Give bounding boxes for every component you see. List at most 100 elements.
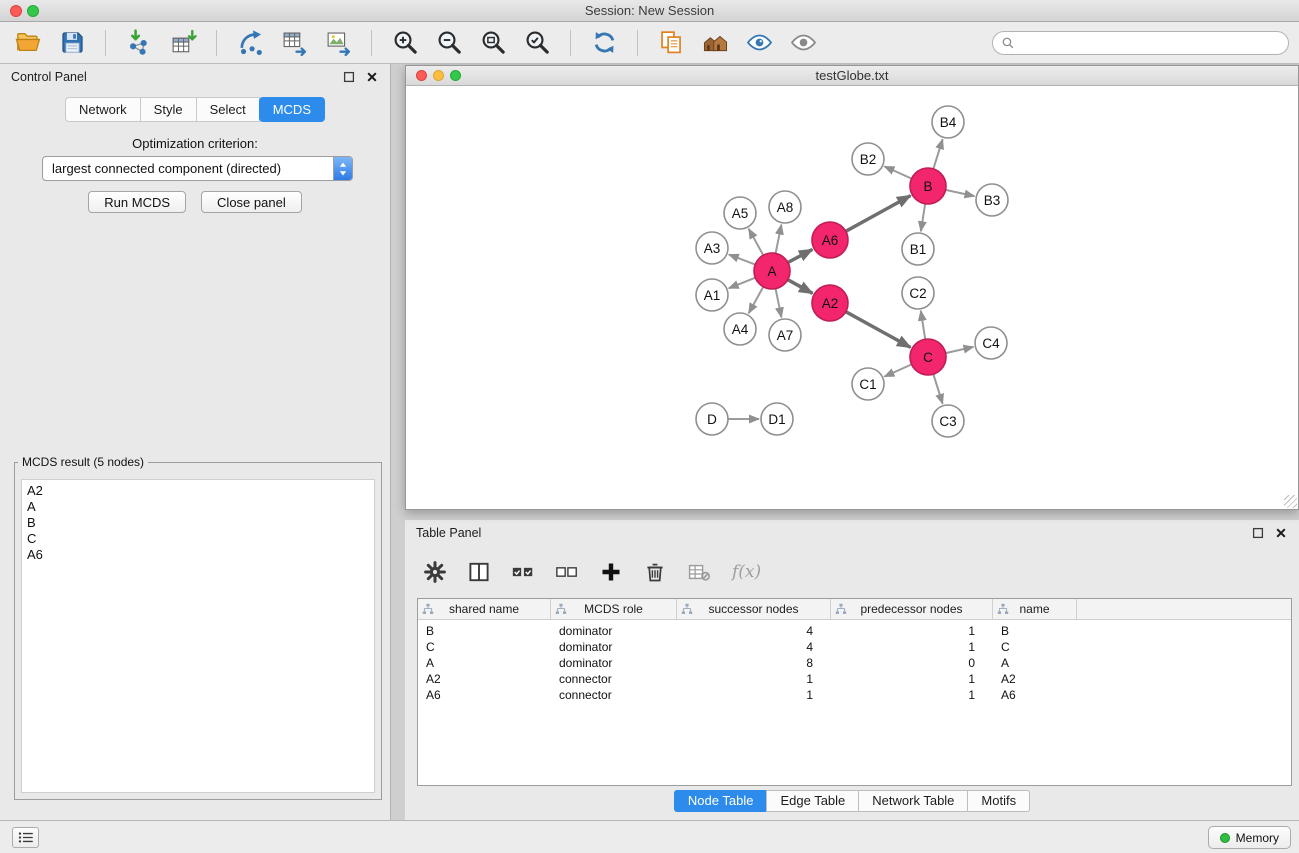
network-edge-A-A1[interactable] xyxy=(729,278,756,289)
network-node-B1[interactable]: B1 xyxy=(902,233,934,265)
network-node-A2[interactable]: A2 xyxy=(812,285,848,321)
network-edge-B-B1[interactable] xyxy=(921,204,925,231)
table-panel-float-button[interactable] xyxy=(1251,526,1265,540)
network-node-D1[interactable]: D1 xyxy=(761,403,793,435)
gear-icon[interactable] xyxy=(421,559,448,586)
network-edge-A-A7[interactable] xyxy=(776,289,782,318)
network-edge-A2-C[interactable] xyxy=(846,312,911,348)
network-zoom-button[interactable] xyxy=(450,70,461,81)
function-builder-icon[interactable]: f(x) xyxy=(729,562,764,582)
import-table-icon[interactable] xyxy=(165,27,201,59)
network-node-C[interactable]: C xyxy=(910,339,946,375)
export-image-icon[interactable] xyxy=(320,27,356,59)
show-hide-icon[interactable] xyxy=(785,27,821,59)
column-selector-icon[interactable] xyxy=(465,559,492,586)
memory-button[interactable]: Memory xyxy=(1208,826,1291,849)
deselect-all-icon[interactable] xyxy=(553,559,580,586)
toolbar-separator xyxy=(637,30,638,56)
tab-edge-table[interactable]: Edge Table xyxy=(766,790,859,812)
network-node-A6[interactable]: A6 xyxy=(812,222,848,258)
network-edge-C-C1[interactable] xyxy=(884,364,911,376)
network-edge-C-C4[interactable] xyxy=(946,347,974,353)
column-header-MCDS-role[interactable]: MCDS role xyxy=(551,599,677,619)
network-node-A4[interactable]: A4 xyxy=(724,313,756,345)
control-panel-close-button[interactable] xyxy=(365,70,379,84)
network-edge-A6-B[interactable] xyxy=(846,196,911,232)
zoom-in-icon[interactable] xyxy=(387,27,423,59)
network-node-C1[interactable]: C1 xyxy=(852,368,884,400)
run-mcds-button[interactable]: Run MCDS xyxy=(88,191,186,213)
search-input[interactable] xyxy=(1019,35,1280,50)
table-panel-close-button[interactable] xyxy=(1274,526,1288,540)
network-node-B2[interactable]: B2 xyxy=(852,143,884,175)
tab-motifs[interactable]: Motifs xyxy=(967,790,1030,812)
optimization-dropdown[interactable]: largest connected component (directed) xyxy=(42,156,353,181)
tab-node-table[interactable]: Node Table xyxy=(674,790,768,812)
delete-row-icon[interactable] xyxy=(641,559,668,586)
network-edge-B-B4[interactable] xyxy=(933,139,942,169)
home-icon[interactable] xyxy=(697,27,733,59)
network-node-A3[interactable]: A3 xyxy=(696,232,728,264)
network-edge-B-B3[interactable] xyxy=(946,190,975,196)
table-row[interactable]: Cdominator41C xyxy=(418,639,1291,655)
network-node-A7[interactable]: A7 xyxy=(769,319,801,351)
network-edge-A-A6[interactable] xyxy=(788,249,812,262)
add-row-icon[interactable] xyxy=(597,559,624,586)
open-session-icon[interactable] xyxy=(10,27,46,59)
network-node-A5[interactable]: A5 xyxy=(724,197,756,229)
search-box[interactable] xyxy=(992,31,1289,55)
network-node-A1[interactable]: A1 xyxy=(696,279,728,311)
network-edge-A-A8[interactable] xyxy=(776,225,782,254)
column-header-predecessor-nodes[interactable]: predecessor nodes xyxy=(831,599,993,619)
network-node-B[interactable]: B xyxy=(910,168,946,204)
network-canvas[interactable]: B4 B2 B B3 A5 A8 A6 A3 B1 A C2 A1 A2 A4 A7 C4 C C1 D D1 C3 xyxy=(406,87,1298,509)
network-edge-B-B2[interactable] xyxy=(884,166,911,178)
network-node-C4[interactable]: C4 xyxy=(975,327,1007,359)
network-node-C3[interactable]: C3 xyxy=(932,405,964,437)
close-panel-button[interactable]: Close panel xyxy=(201,191,302,213)
zoom-fit-icon[interactable] xyxy=(475,27,511,59)
network-node-B3[interactable]: B3 xyxy=(976,184,1008,216)
network-node-A[interactable]: A xyxy=(754,253,790,289)
network-node-B4[interactable]: B4 xyxy=(932,106,964,138)
clone-network-icon[interactable] xyxy=(232,27,268,59)
network-minimize-button[interactable] xyxy=(433,70,444,81)
export-table-icon[interactable] xyxy=(276,27,312,59)
save-session-icon[interactable] xyxy=(54,27,90,59)
zoom-out-icon[interactable] xyxy=(431,27,467,59)
import-network-icon[interactable] xyxy=(121,27,157,59)
table-row[interactable]: A6connector11A6 xyxy=(418,687,1291,703)
tab-network[interactable]: Network xyxy=(65,97,141,122)
network-edge-A-A4[interactable] xyxy=(749,287,764,313)
apply-layout-icon[interactable] xyxy=(586,27,622,59)
control-panel-float-button[interactable] xyxy=(342,70,356,84)
tab-network-table[interactable]: Network Table xyxy=(858,790,968,812)
copy-view-icon[interactable] xyxy=(653,27,689,59)
select-all-icon[interactable] xyxy=(509,559,536,586)
table-row[interactable]: Adominator80A xyxy=(418,655,1291,671)
tab-mcds[interactable]: MCDS xyxy=(259,97,325,122)
network-close-button[interactable] xyxy=(416,70,427,81)
hide-columns-icon[interactable] xyxy=(685,559,712,586)
table-row[interactable]: A2connector11A2 xyxy=(418,671,1291,687)
style-eye-icon[interactable] xyxy=(741,27,777,59)
network-node-A8[interactable]: A8 xyxy=(769,191,801,223)
network-edge-A-A3[interactable] xyxy=(729,254,755,264)
task-history-button[interactable] xyxy=(12,827,39,848)
column-header-shared-name[interactable]: shared name xyxy=(418,599,551,619)
column-header-name[interactable]: name xyxy=(993,599,1077,619)
network-edge-C-C2[interactable] xyxy=(921,311,925,339)
table-row[interactable]: Bdominator41B xyxy=(418,623,1291,639)
zoom-selected-icon[interactable] xyxy=(519,27,555,59)
network-edge-A-A2[interactable] xyxy=(788,280,813,294)
resize-grip-icon[interactable] xyxy=(1284,495,1297,508)
close-window-button[interactable] xyxy=(10,5,22,17)
network-node-C2[interactable]: C2 xyxy=(902,277,934,309)
column-header-successor-nodes[interactable]: successor nodes xyxy=(677,599,831,619)
zoom-window-button[interactable] xyxy=(27,5,39,17)
network-edge-C-C3[interactable] xyxy=(933,374,942,404)
tab-select[interactable]: Select xyxy=(196,97,260,122)
tab-style[interactable]: Style xyxy=(140,97,197,122)
network-edge-A-A5[interactable] xyxy=(749,229,764,255)
network-node-D[interactable]: D xyxy=(696,403,728,435)
